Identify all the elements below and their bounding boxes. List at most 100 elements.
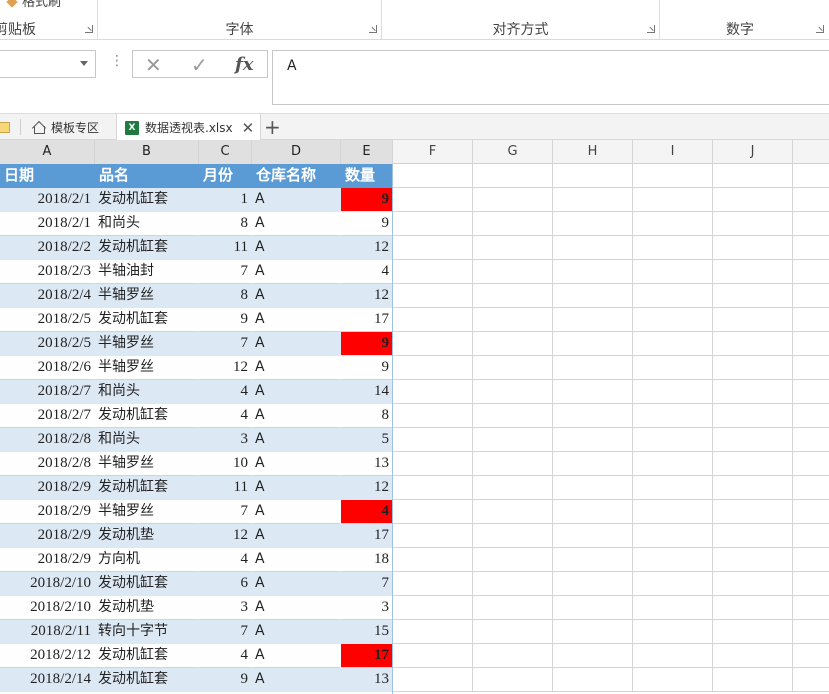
empty-cell[interactable] (633, 188, 713, 212)
cell-quantity[interactable]: 7 (341, 572, 393, 596)
cell-month[interactable]: 12 (199, 524, 252, 548)
empty-cell[interactable] (553, 308, 633, 332)
cell-item[interactable]: 发动机缸套 (95, 236, 199, 260)
empty-cell[interactable] (473, 284, 553, 308)
empty-cell[interactable] (553, 524, 633, 548)
empty-cell[interactable] (473, 596, 553, 620)
cell-date[interactable]: 2018/2/3 (0, 260, 95, 284)
empty-cell[interactable] (393, 188, 473, 212)
empty-cell[interactable] (713, 332, 793, 356)
empty-cell[interactable] (393, 596, 473, 620)
empty-cell[interactable] (713, 452, 793, 476)
cell-date[interactable]: 2018/2/9 (0, 524, 95, 548)
cell-month[interactable]: 6 (199, 572, 252, 596)
empty-cell[interactable] (553, 572, 633, 596)
cell-warehouse[interactable]: A (252, 380, 341, 404)
cell-month[interactable]: 7 (199, 500, 252, 524)
new-tab-button[interactable]: + (264, 114, 281, 140)
cell-item[interactable]: 半轴罗丝 (95, 500, 199, 524)
cell-date[interactable]: 2018/2/10 (0, 572, 95, 596)
empty-cell[interactable] (553, 380, 633, 404)
cell-month[interactable]: 11 (199, 236, 252, 260)
empty-cell[interactable] (633, 452, 713, 476)
cancel-icon[interactable]: ✕ (145, 53, 162, 77)
empty-cell[interactable] (393, 644, 473, 668)
empty-cell[interactable] (553, 332, 633, 356)
empty-cell[interactable] (553, 212, 633, 236)
column-header-b[interactable]: B (95, 140, 199, 164)
cell-warehouse[interactable]: A (252, 548, 341, 572)
cell-quantity[interactable]: 4 (341, 500, 393, 524)
cell-date[interactable]: 2018/2/8 (0, 452, 95, 476)
column-header-k[interactable] (793, 140, 829, 164)
empty-cell[interactable] (633, 332, 713, 356)
cell-date[interactable]: 2018/2/10 (0, 596, 95, 620)
cell-warehouse[interactable]: A (252, 356, 341, 380)
empty-cell[interactable] (553, 428, 633, 452)
empty-cell[interactable] (793, 212, 829, 236)
column-header-d[interactable]: D (252, 140, 341, 164)
cell-warehouse[interactable]: A (252, 500, 341, 524)
cell-date[interactable]: 2018/2/9 (0, 476, 95, 500)
empty-cell[interactable] (473, 308, 553, 332)
empty-cell[interactable] (473, 452, 553, 476)
empty-cell[interactable] (393, 524, 473, 548)
cell-month[interactable]: 8 (199, 212, 252, 236)
cell-quantity[interactable]: 17 (341, 308, 393, 332)
tab-templates[interactable]: 模板专区 (32, 114, 109, 140)
empty-cell[interactable] (473, 260, 553, 284)
empty-cell[interactable] (473, 548, 553, 572)
empty-cell[interactable] (713, 380, 793, 404)
cell-item[interactable]: 方向机 (95, 548, 199, 572)
empty-cell[interactable] (713, 284, 793, 308)
empty-cell[interactable] (553, 500, 633, 524)
cell-quantity[interactable]: 12 (341, 476, 393, 500)
empty-cell[interactable] (473, 404, 553, 428)
empty-cell[interactable] (633, 236, 713, 260)
cell-month[interactable]: 8 (199, 284, 252, 308)
cell-quantity[interactable]: 4 (341, 260, 393, 284)
empty-cell[interactable] (633, 668, 713, 692)
empty-cell[interactable] (793, 332, 829, 356)
cell-month[interactable]: 7 (199, 260, 252, 284)
empty-cell[interactable] (473, 428, 553, 452)
cell-item[interactable]: 发动机缸套 (95, 572, 199, 596)
empty-cell[interactable] (553, 236, 633, 260)
empty-cell[interactable] (633, 572, 713, 596)
empty-cell[interactable] (633, 644, 713, 668)
empty-cell[interactable] (793, 428, 829, 452)
cell-warehouse[interactable]: A (252, 284, 341, 308)
empty-cell[interactable] (713, 596, 793, 620)
empty-cell[interactable] (633, 284, 713, 308)
cell-quantity[interactable]: 12 (341, 236, 393, 260)
cell-quantity[interactable]: 13 (341, 668, 393, 692)
cell-item[interactable]: 和尚头 (95, 380, 199, 404)
cell-date[interactable]: 2018/2/5 (0, 332, 95, 356)
empty-cell[interactable] (633, 476, 713, 500)
empty-cell[interactable] (633, 524, 713, 548)
more-vertical-icon[interactable]: ⋮ (110, 54, 124, 68)
empty-cell[interactable] (553, 164, 633, 188)
header-cell-quantity[interactable]: 数量 (341, 164, 393, 188)
cell-month[interactable]: 4 (199, 548, 252, 572)
empty-cell[interactable] (393, 260, 473, 284)
empty-cell[interactable] (793, 452, 829, 476)
empty-cell[interactable] (713, 212, 793, 236)
empty-cell[interactable] (473, 380, 553, 404)
empty-cell[interactable] (793, 188, 829, 212)
cell-quantity[interactable]: 13 (341, 452, 393, 476)
cell-month[interactable]: 4 (199, 644, 252, 668)
empty-cell[interactable] (393, 404, 473, 428)
empty-cell[interactable] (633, 428, 713, 452)
empty-cell[interactable] (473, 644, 553, 668)
cell-date[interactable]: 2018/2/8 (0, 428, 95, 452)
cell-warehouse[interactable]: A (252, 524, 341, 548)
formula-input[interactable]: A (272, 50, 829, 105)
empty-cell[interactable] (473, 572, 553, 596)
empty-cell[interactable] (553, 548, 633, 572)
empty-cell[interactable] (633, 212, 713, 236)
cell-warehouse[interactable]: A (252, 188, 341, 212)
empty-cell[interactable] (633, 308, 713, 332)
empty-cell[interactable] (713, 644, 793, 668)
cell-date[interactable]: 2018/2/14 (0, 668, 95, 692)
